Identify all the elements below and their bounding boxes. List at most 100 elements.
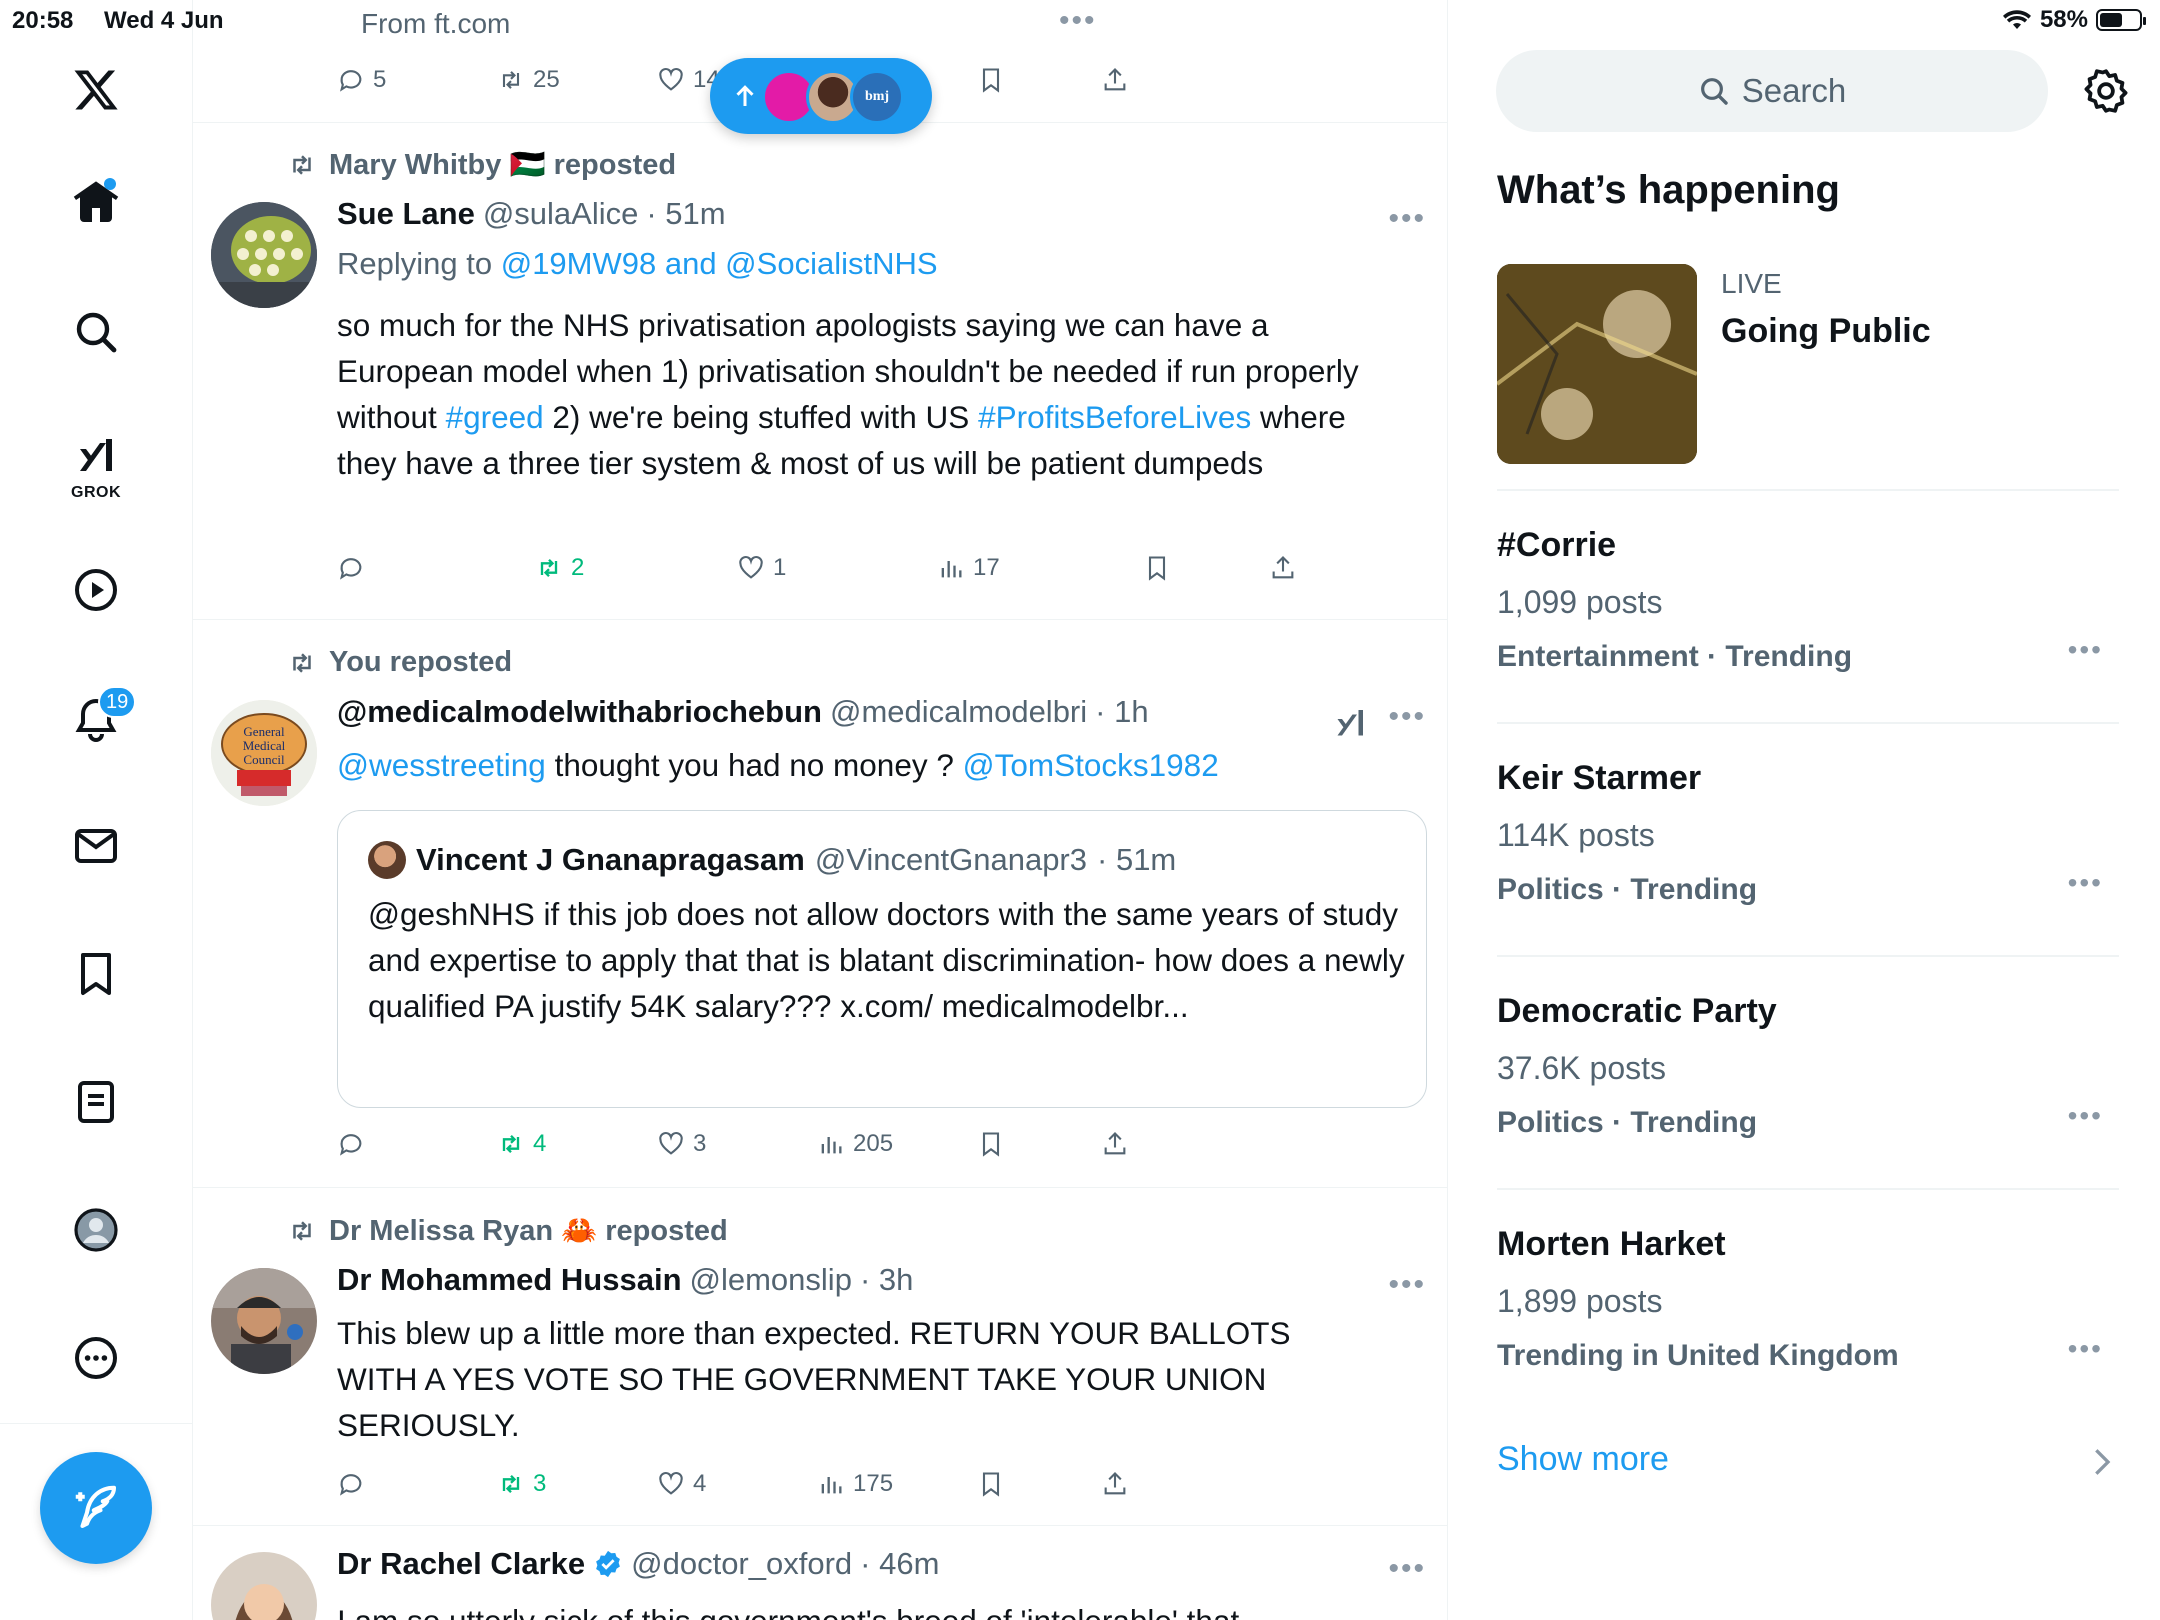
notifications-icon[interactable]: 19 xyxy=(56,680,137,760)
post-more-icon[interactable]: ••• xyxy=(1388,700,1426,734)
verified-badge-icon xyxy=(596,1550,620,1578)
replying-to: Replying to @19MW98 and @SocialistNHS xyxy=(337,246,938,282)
left-nav: GROK 19 xyxy=(0,0,193,1620)
compose-post-button[interactable] xyxy=(40,1452,152,1564)
post-sue-lane[interactable]: Mary Whitby 🇵🇸 reposted Sue Lane @sulaAl… xyxy=(193,122,1447,620)
repost-button[interactable]: 25 xyxy=(497,60,560,100)
post-time[interactable]: · 51m xyxy=(646,196,725,232)
post-time[interactable]: · 3h xyxy=(860,1262,913,1298)
post-rachel-clarke[interactable]: Dr Rachel Clarke @doctor_oxford · 46m ••… xyxy=(193,1526,1447,1620)
avatar[interactable]: General Medical Council xyxy=(211,700,317,806)
bookmark-button[interactable] xyxy=(977,1124,1005,1164)
avatar[interactable] xyxy=(211,1268,317,1374)
like-button[interactable]: 4 xyxy=(657,1464,706,1504)
repost-count: 4 xyxy=(533,1130,547,1157)
settings-gear-icon[interactable] xyxy=(2081,66,2131,116)
grok-label: GROK xyxy=(71,484,121,501)
right-sidebar: Search What’s happening LIVE Going Publi… xyxy=(1449,0,2160,1620)
profile-avatar-icon[interactable] xyxy=(56,1190,136,1270)
post-header: Sue Lane @sulaAlice · 51m xyxy=(337,196,726,232)
like-button[interactable]: 3 xyxy=(657,1124,706,1164)
search-input[interactable]: Search xyxy=(1496,50,2048,132)
author-name[interactable]: Sue Lane xyxy=(337,196,475,232)
replying-handles[interactable]: @19MW98 and @SocialistNHS xyxy=(501,246,938,281)
battery-icon xyxy=(2096,9,2146,31)
views-button[interactable]: 205 xyxy=(817,1124,893,1164)
post-time[interactable]: · 46m xyxy=(860,1546,939,1582)
show-more-link[interactable]: Show more xyxy=(1497,1440,1669,1479)
share-button[interactable] xyxy=(1101,1124,1129,1164)
search-icon[interactable] xyxy=(56,292,136,372)
reply-button[interactable] xyxy=(337,548,365,588)
post-more-icon[interactable]: ••• xyxy=(1388,1552,1426,1586)
author-name[interactable]: @medicalmodelwithabriochebun xyxy=(337,694,822,730)
trend-more-icon[interactable]: ••• xyxy=(2068,1100,2103,1132)
home-unread-dot xyxy=(104,178,116,190)
trend-more-icon[interactable]: ••• xyxy=(2068,634,2103,666)
wifi-icon xyxy=(2002,10,2031,30)
post-medicalmodel[interactable]: You reposted General Medical Council @medi… xyxy=(193,620,1447,1186)
repost-count: 3 xyxy=(533,1470,547,1497)
grok-nav[interactable]: GROK xyxy=(56,420,136,510)
bookmark-button[interactable] xyxy=(1143,548,1171,588)
trend-item[interactable]: Morten Harket 1,899 posts Trending in Un… xyxy=(1497,1225,2119,1425)
hashtag-link[interactable]: #ProfitsBeforeLives xyxy=(978,399,1251,435)
repost-button[interactable]: 2 xyxy=(535,548,584,588)
home-icon[interactable] xyxy=(56,162,136,242)
post-header: Dr Rachel Clarke @doctor_oxford · 46m xyxy=(337,1546,939,1582)
views-button[interactable]: 17 xyxy=(937,548,1000,588)
compose-feather-icon xyxy=(75,1485,117,1529)
status-time: 20:58 xyxy=(12,7,74,34)
views-button[interactable]: 175 xyxy=(817,1464,893,1504)
hashtag-link[interactable]: #greed xyxy=(446,399,544,435)
svg-text:Council: Council xyxy=(243,752,285,767)
live-event-card[interactable]: LIVE Going Public xyxy=(1497,264,2119,490)
repost-icon xyxy=(293,1221,311,1241)
author-name[interactable]: Dr Rachel Clarke xyxy=(337,1546,585,1582)
avatar[interactable] xyxy=(211,1552,317,1620)
grok-explain-icon[interactable] xyxy=(1333,704,1369,740)
quoted-post[interactable]: Vincent J Gnanapragasam @VincentGnanapr3… xyxy=(337,810,1427,1108)
bookmarks-icon[interactable] xyxy=(56,934,136,1014)
more-circle-icon[interactable] xyxy=(56,1318,136,1398)
share-button[interactable] xyxy=(1101,60,1129,100)
author-handle[interactable]: @medicalmodelbri xyxy=(830,694,1087,730)
share-button[interactable] xyxy=(1101,1464,1129,1504)
video-icon[interactable] xyxy=(56,550,136,630)
post-more-icon[interactable]: ••• xyxy=(1388,1268,1426,1302)
author-handle[interactable]: @doctor_oxford xyxy=(631,1546,852,1582)
trend-more-icon[interactable]: ••• xyxy=(2068,1333,2103,1365)
views-count: 17 xyxy=(973,554,1000,581)
reply-button[interactable] xyxy=(337,1464,365,1504)
live-label: LIVE xyxy=(1721,268,1782,299)
author-name[interactable]: Dr Mohammed Hussain xyxy=(337,1262,682,1298)
share-button[interactable] xyxy=(1269,548,1297,588)
post-actions: 3 4 175 xyxy=(337,1464,1137,1504)
post-time[interactable]: · 1h xyxy=(1095,694,1148,730)
trend-category: Trending in United Kingdom xyxy=(1497,1339,1899,1372)
x-logo-icon[interactable] xyxy=(56,50,136,130)
repost-button[interactable]: 4 xyxy=(497,1124,546,1164)
like-button[interactable]: 1 xyxy=(737,548,786,588)
mention-link[interactable]: @wesstreeting xyxy=(337,747,546,783)
avatar[interactable] xyxy=(211,202,317,308)
post-more-icon[interactable]: ••• xyxy=(1388,202,1426,236)
trend-item[interactable]: #Corrie 1,099 posts Entertainment · Tren… xyxy=(1497,526,2119,726)
reply-button[interactable] xyxy=(337,1124,365,1164)
messages-icon[interactable] xyxy=(56,806,136,886)
views-icon xyxy=(941,561,962,578)
trend-item[interactable]: Keir Starmer 114K posts Politics · Trend… xyxy=(1497,759,2119,959)
author-handle[interactable]: @sulaAlice xyxy=(483,196,639,232)
trend-more-icon[interactable]: ••• xyxy=(2068,867,2103,899)
mention-link[interactable]: @TomStocks1982 xyxy=(963,747,1219,783)
author-handle[interactable]: @lemonslip xyxy=(690,1262,852,1298)
reply-button[interactable]: 5 xyxy=(337,60,386,100)
trend-item[interactable]: Democratic Party 37.6K posts Politics · … xyxy=(1497,992,2119,1192)
chevron-right-icon xyxy=(2095,1449,2111,1475)
repost-button[interactable]: 3 xyxy=(497,1464,546,1504)
bookmark-button[interactable] xyxy=(977,60,1005,100)
bookmark-button[interactable] xyxy=(977,1464,1005,1504)
lists-icon[interactable] xyxy=(56,1062,136,1142)
new-posts-pill[interactable]: bmj xyxy=(710,58,932,134)
post-mohammed-hussain[interactable]: Dr Melissa Ryan 🦀 reposted Dr Mohammed H… xyxy=(193,1188,1447,1524)
